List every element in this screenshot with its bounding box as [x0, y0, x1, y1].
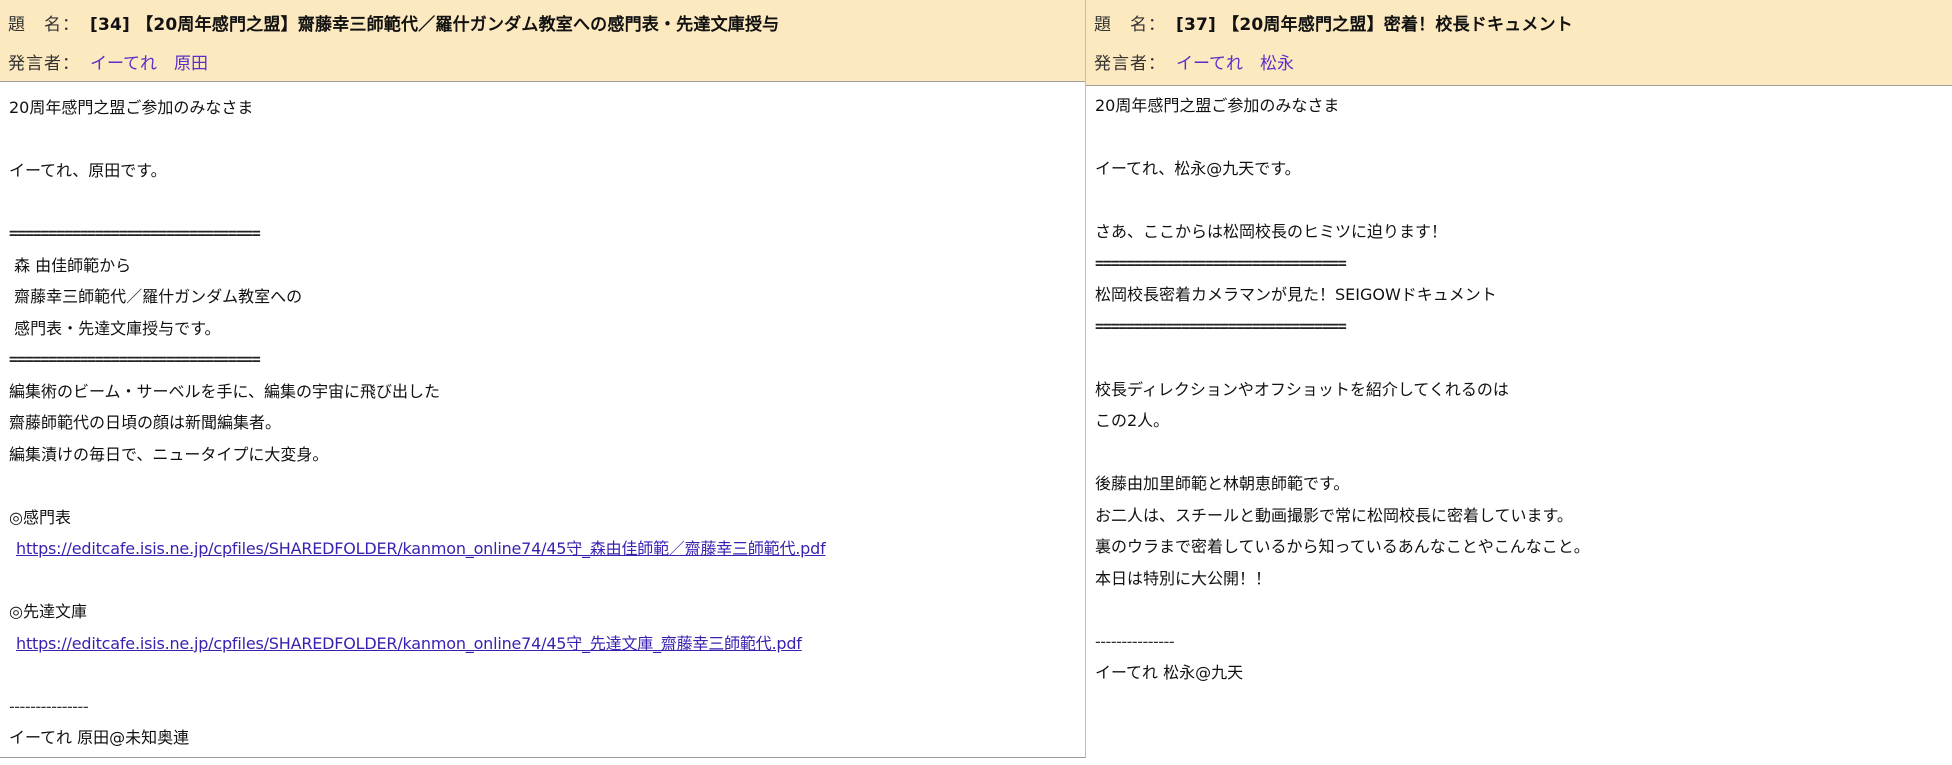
body-text-line: イーてれ 松永@九天 — [1095, 663, 1244, 682]
post-header: 題 名： [37] 【20周年感門之盟】密着！校長ドキュメント 発言者： イーて… — [1086, 0, 1952, 86]
post-body: 20周年感門之盟ご参加のみなさま イーてれ、原田です。 ==============… — [0, 82, 1085, 754]
body-text-line: 裏のウラまで密着しているから知っているあんなことやこんなこと。 — [1095, 537, 1590, 556]
body-text-line: イーてれ、原田です。 — [9, 161, 167, 180]
author-label: 発言者： — [1094, 53, 1166, 74]
pdf-link[interactable]: https://editcafe.isis.ne.jp/cpfiles/SHAR… — [9, 634, 802, 653]
subject-label: 題 名： — [1094, 14, 1166, 35]
separator-rule: ================================ — [9, 350, 261, 368]
post-37: 題 名： [37] 【20周年感門之盟】密着！校長ドキュメント 発言者： イーて… — [1086, 0, 1952, 765]
author-row: 発言者： イーてれ 松永 — [1094, 42, 1944, 80]
separator-rule: ================================ — [1095, 253, 1347, 272]
author-row: 発言者： イーてれ 原田 — [8, 42, 1077, 80]
subject-label: 題 名： — [8, 14, 80, 35]
body-text-line: 本日は特別に大公開！！ — [1095, 568, 1272, 588]
post-header: 題 名： [34] 【20周年感門之盟】齋藤幸三師範代／羅什ガンダム教室への感門… — [0, 0, 1085, 82]
body-text-line: イーてれ、松永@九天です。 — [1095, 159, 1301, 178]
body-text-line: お二人は、スチールと動画撮影で常に松岡校長に密着しています。 — [1095, 505, 1573, 525]
signature-separator: --------------- — [1095, 631, 1175, 651]
pdf-link-line: https://editcafe.isis.ne.jp/cpfiles/SHAR… — [9, 533, 1076, 565]
post-subject: [34] 【20周年感門之盟】齋藤幸三師範代／羅什ガンダム教室への感門表・先達文… — [90, 14, 780, 35]
post-body: 20周年感門之盟ご参加のみなさま イーてれ、松永@九天です。さあ、ここからは松岡校… — [1086, 86, 1952, 689]
body-text-line: ◎先達文庫 — [9, 602, 87, 621]
post-subject: [37] 【20周年感門之盟】密着！校長ドキュメント — [1176, 14, 1573, 35]
subject-row: 題 名： [34] 【20周年感門之盟】齋藤幸三師範代／羅什ガンダム教室への感門… — [8, 0, 1077, 42]
pdf-link[interactable]: https://editcafe.isis.ne.jp/cpfiles/SHAR… — [9, 539, 826, 558]
author-label: 発言者： — [8, 53, 80, 74]
body-text-line: さあ、ここからは松岡校長のヒミツに迫ります！ — [1095, 222, 1448, 241]
body-text-line: 後藤由加里師範と林朝恵師範です。 — [1095, 474, 1350, 493]
body-text-line: 20周年感門之盟ご参加のみなさま — [9, 98, 254, 117]
signature-separator: --------------- — [9, 696, 89, 716]
body-text-line: 編集漬けの毎日で、ニュータイプに大変身。 — [9, 444, 329, 464]
body-text-line: ◎感門表 — [9, 507, 71, 527]
body-text-line: 校長ディレクションやオフショットを紹介してくれるのは — [1095, 379, 1509, 399]
post-author-link[interactable]: イーてれ 松永 — [1176, 49, 1294, 74]
body-text-line: 齋藤師範代の日頃の顔は新聞編集者。 — [9, 413, 282, 432]
body-text-line: 感門表・先達文庫授与です。 — [9, 318, 221, 338]
body-text-line: 20周年感門之盟ご参加のみなさま — [1095, 96, 1340, 115]
post-author-link[interactable]: イーてれ 原田 — [90, 49, 208, 74]
body-text-line: 齋藤幸三師範代／羅什ガンダム教室への — [9, 287, 303, 306]
separator-rule: ================================ — [9, 224, 261, 242]
body-text-line: この2人。 — [1095, 411, 1170, 430]
body-text-line: イーてれ 原田@未知奥連 — [9, 728, 190, 747]
subject-row: 題 名： [37] 【20周年感門之盟】密着！校長ドキュメント — [1094, 0, 1944, 42]
post-34: 題 名： [34] 【20周年感門之盟】齋藤幸三師範代／羅什ガンダム教室への感門… — [0, 0, 1086, 758]
pdf-link-line: https://editcafe.isis.ne.jp/cpfiles/SHAR… — [9, 628, 1076, 660]
body-text-line: 森 由佳師範から — [9, 255, 132, 275]
body-text-line: 松岡校長密着カメラマンが見た！SEIGOWドキュメント — [1095, 285, 1497, 304]
separator-rule: ================================ — [1095, 316, 1347, 335]
body-text-line: 編集術のビーム・サーベルを手に、編集の宇宙に飛び出した — [9, 381, 441, 401]
